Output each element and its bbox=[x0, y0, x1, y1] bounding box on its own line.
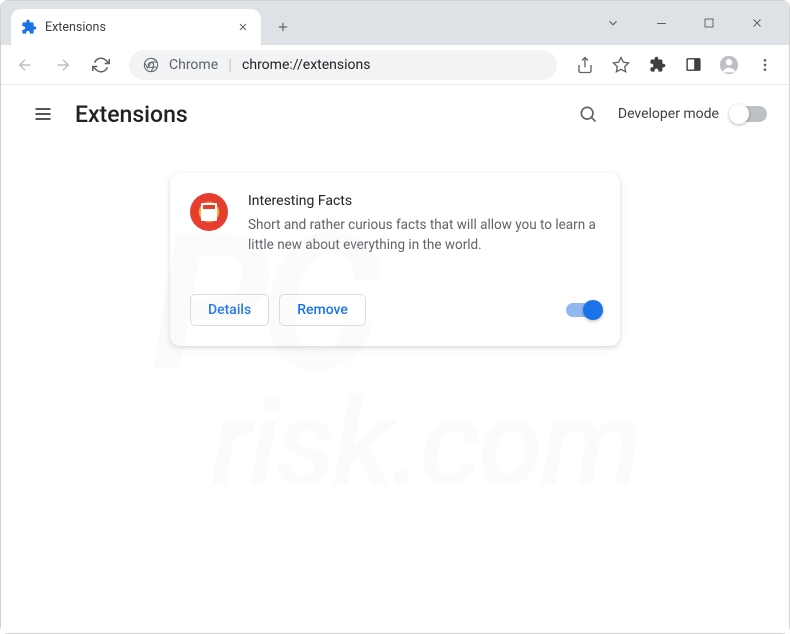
share-icon[interactable] bbox=[569, 49, 601, 81]
side-panel-icon[interactable] bbox=[677, 49, 709, 81]
address-separator: | bbox=[228, 55, 232, 74]
remove-button[interactable]: Remove bbox=[279, 294, 366, 326]
address-prefix: Chrome bbox=[169, 57, 218, 73]
tab-title: Extensions bbox=[45, 20, 235, 35]
reload-button[interactable] bbox=[85, 49, 117, 81]
close-window-button[interactable] bbox=[743, 9, 771, 37]
menu-icon[interactable] bbox=[749, 49, 781, 81]
toolbar: Chrome | chrome://extensions bbox=[1, 45, 789, 85]
content-area: Interesting Facts Short and rather curio… bbox=[1, 143, 789, 346]
page-header: Extensions Developer mode bbox=[1, 85, 789, 143]
page-title: Extensions bbox=[75, 101, 568, 128]
forward-button[interactable] bbox=[47, 49, 79, 81]
details-button[interactable]: Details bbox=[190, 294, 269, 326]
browser-window: Extensions bbox=[0, 0, 790, 634]
extensions-page: PC risk.com Extensions Developer mode bbox=[1, 85, 789, 633]
back-button[interactable] bbox=[9, 49, 41, 81]
puzzle-piece-icon bbox=[21, 19, 37, 35]
tabs-area: Extensions bbox=[1, 9, 599, 45]
developer-mode-control: Developer mode bbox=[618, 106, 767, 122]
address-url: chrome://extensions bbox=[242, 57, 543, 73]
window-controls bbox=[599, 1, 789, 45]
search-icon[interactable] bbox=[568, 94, 608, 134]
dropdown-icon[interactable] bbox=[599, 9, 627, 37]
developer-mode-label: Developer mode bbox=[618, 106, 719, 122]
title-bar: Extensions bbox=[1, 1, 789, 45]
extension-description: Short and rather curious facts that will… bbox=[248, 215, 600, 256]
extensions-icon[interactable] bbox=[641, 49, 673, 81]
tab-extensions[interactable]: Extensions bbox=[11, 9, 261, 45]
extension-icon bbox=[190, 193, 228, 231]
developer-mode-toggle[interactable] bbox=[731, 106, 767, 122]
new-tab-button[interactable] bbox=[269, 13, 297, 41]
hamburger-menu-icon[interactable] bbox=[23, 94, 63, 134]
profile-icon[interactable] bbox=[713, 49, 745, 81]
maximize-button[interactable] bbox=[695, 9, 723, 37]
address-bar[interactable]: Chrome | chrome://extensions bbox=[129, 50, 557, 80]
extension-name: Interesting Facts bbox=[248, 193, 600, 209]
extension-enable-toggle[interactable] bbox=[566, 303, 600, 317]
bookmark-icon[interactable] bbox=[605, 49, 637, 81]
minimize-button[interactable] bbox=[647, 9, 675, 37]
close-tab-icon[interactable] bbox=[235, 19, 251, 35]
chrome-logo-icon bbox=[143, 57, 159, 73]
extension-card: Interesting Facts Short and rather curio… bbox=[170, 173, 620, 346]
